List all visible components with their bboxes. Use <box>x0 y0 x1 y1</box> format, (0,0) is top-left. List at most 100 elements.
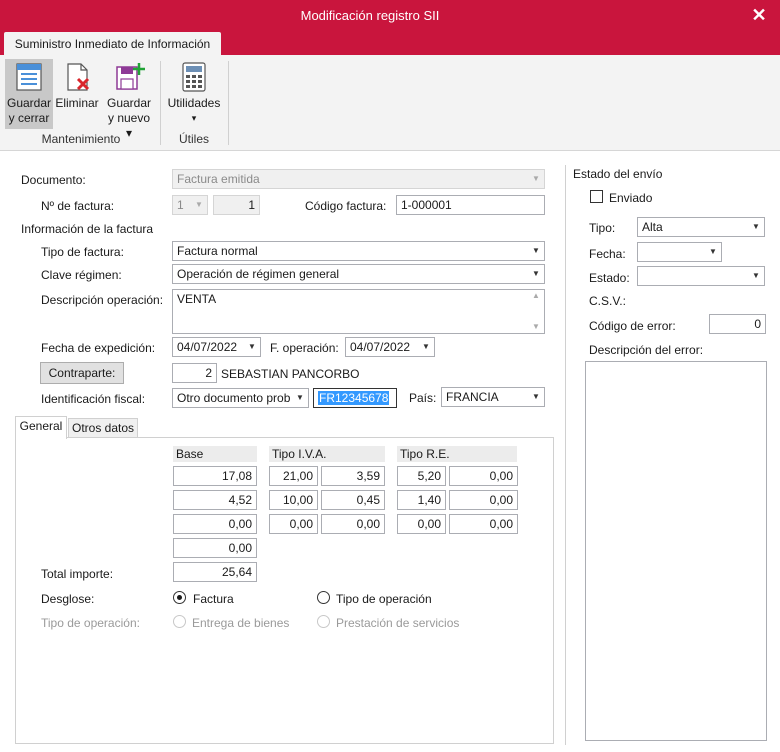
re-amt-row3-field[interactable]: 0,00 <box>449 514 518 534</box>
scroll-down-icon[interactable]: ▼ <box>528 321 544 333</box>
base-row4-field[interactable]: 0,00 <box>173 538 257 558</box>
chevron-down-icon: ▼ <box>422 342 430 351</box>
identificacion-fiscal-label: Identificación fiscal: <box>41 392 146 406</box>
tipo-factura-label: Tipo de factura: <box>41 245 124 259</box>
entrega-bienes-label: Entrega de bienes <box>192 616 290 630</box>
iva-amt-row1-field[interactable]: 3,59 <box>321 466 385 486</box>
chevron-down-icon: ▼ <box>248 342 256 351</box>
iva-pct-row3-field[interactable]: 0,00 <box>269 514 318 534</box>
descripcion-error-label: Descripción del error: <box>589 343 704 357</box>
iva-pct-row1-field[interactable]: 21,00 <box>269 466 318 486</box>
re-pct-row1-field[interactable]: 5,20 <box>397 466 446 486</box>
base-row3-field[interactable]: 0,00 <box>173 514 257 534</box>
close-icon[interactable]: ✕ <box>748 4 770 26</box>
ribbon-separator <box>228 61 229 145</box>
radio-selected-dot <box>177 595 182 600</box>
prestacion-servicios-radio <box>317 615 330 628</box>
tipo-envio-value: Alta <box>642 220 663 234</box>
descripcion-operacion-field[interactable]: VENTA ▲ ▼ <box>172 289 545 334</box>
scroll-up-icon[interactable]: ▲ <box>528 290 544 302</box>
fecha-expedicion-value: 04/07/2022 <box>177 340 238 354</box>
chevron-down-icon: ▼ <box>709 247 717 256</box>
clave-regimen-label: Clave régimen: <box>41 268 122 282</box>
save-close-label-2: y cerrar <box>8 111 50 125</box>
save-close-button[interactable]: Guardar y cerrar <box>5 59 53 129</box>
ribbon-separator <box>160 61 161 145</box>
clave-regimen-value: Operación de régimen general <box>177 267 340 281</box>
pais-label: País: <box>409 391 437 405</box>
csv-label: C.S.V.: <box>589 294 626 308</box>
f-operacion-value: 04/07/2022 <box>350 340 411 354</box>
iva-pct-row2-field[interactable]: 10,00 <box>269 490 318 510</box>
base-row2-field[interactable]: 4,52 <box>173 490 257 510</box>
total-importe-field[interactable]: 25,64 <box>173 562 257 582</box>
nfactura-label: Nº de factura: <box>41 199 115 213</box>
save-new-icon <box>116 63 145 90</box>
re-amt-row2-field[interactable]: 0,00 <box>449 490 518 510</box>
descripcion-operacion-label: Descripción operación: <box>41 293 164 307</box>
clave-regimen-select[interactable]: Operación de régimen general ▼ <box>172 264 545 284</box>
identificacion-value: FR12345678 <box>318 391 390 405</box>
fecha-envio-field[interactable]: ▼ <box>637 242 722 262</box>
iva-amt-row2-field[interactable]: 0,45 <box>321 490 385 510</box>
identificacion-value-field[interactable]: FR12345678 <box>313 388 397 408</box>
desglose-factura-label[interactable]: Factura <box>193 592 234 606</box>
group-label-mantenimiento: Mantenimiento <box>41 132 121 146</box>
tipo-factura-value: Factura normal <box>177 244 258 258</box>
codigo-error-field[interactable]: 0 <box>709 314 766 334</box>
nfactura-number-field: 1 <box>213 195 260 215</box>
calculator-icon <box>182 62 206 92</box>
re-pct-row2-field[interactable]: 1,40 <box>397 490 446 510</box>
save-new-button[interactable]: Guardar y nuevo ▾ <box>104 59 154 140</box>
contraparte-code-field[interactable]: 2 <box>172 363 217 383</box>
chevron-down-icon: ▼ <box>532 269 540 278</box>
tab-otros-datos[interactable]: Otros datos <box>68 418 138 439</box>
tipo-envio-label: Tipo: <box>589 221 616 235</box>
nfactura-serie-value: 1 <box>177 198 184 212</box>
enviado-checkbox[interactable] <box>590 190 603 203</box>
base-header: Base <box>173 446 257 462</box>
documento-select: Factura emitida ▼ <box>172 169 545 189</box>
estado-select[interactable]: ▼ <box>637 266 765 286</box>
re-pct-row3-field[interactable]: 0,00 <box>397 514 446 534</box>
desglose-tipo-operacion-radio[interactable] <box>317 591 330 604</box>
pais-select[interactable]: FRANCIA ▼ <box>441 387 545 407</box>
tipo-envio-select[interactable]: Alta ▼ <box>637 217 765 237</box>
desglose-factura-radio[interactable] <box>173 591 186 604</box>
contraparte-name: SEBASTIAN PANCORBO <box>221 367 360 381</box>
info-factura-heading: Información de la factura <box>21 222 154 236</box>
chevron-down-icon: ▼ <box>532 174 540 183</box>
fecha-expedicion-label: Fecha de expedición: <box>41 341 156 355</box>
desglose-tipo-operacion-label[interactable]: Tipo de operación <box>336 592 432 606</box>
title-bar: Modificación registro SII ✕ <box>0 0 780 30</box>
tab-general[interactable]: General <box>15 416 67 439</box>
tipo-factura-select[interactable]: Factura normal ▼ <box>172 241 545 261</box>
delete-label: Eliminar <box>55 96 99 110</box>
documento-label: Documento: <box>21 173 86 187</box>
group-label-utiles: Útiles <box>178 132 209 146</box>
descripcion-operacion-value: VENTA <box>177 292 217 306</box>
utilities-label: Utilidades <box>167 96 221 110</box>
re-amt-row1-field[interactable]: 0,00 <box>449 466 518 486</box>
f-operacion-field[interactable]: 04/07/2022 ▼ <box>345 337 435 357</box>
contraparte-button[interactable]: Contraparte: <box>40 362 124 384</box>
base-row1-field[interactable]: 17,08 <box>173 466 257 486</box>
enviado-label[interactable]: Enviado <box>609 191 652 205</box>
chevron-down-icon: ▼ <box>752 222 760 231</box>
delete-button[interactable]: Eliminar <box>54 59 100 129</box>
estado-label: Estado: <box>589 271 630 285</box>
ribbon: Guardar y cerrar Eliminar Guardar y nuev… <box>0 55 780 151</box>
utilities-button[interactable]: Utilidades ▾ <box>166 59 222 129</box>
iva-amt-row3-field[interactable]: 0,00 <box>321 514 385 534</box>
ribbon-tab-sii[interactable]: Suministro Inmediato de Información <box>4 32 221 57</box>
save-close-label-1: Guardar <box>6 96 52 110</box>
descripcion-error-field[interactable] <box>585 361 767 741</box>
codigo-error-label: Código de error: <box>589 319 676 333</box>
codigo-factura-field[interactable]: 1-000001 <box>396 195 545 215</box>
identificacion-type-select[interactable]: Otro documento prob ▼ <box>172 388 309 408</box>
fecha-envio-label: Fecha: <box>589 247 626 261</box>
fecha-expedicion-field[interactable]: 04/07/2022 ▼ <box>172 337 261 357</box>
descripcion-scrollbar[interactable]: ▲ ▼ <box>528 290 544 333</box>
f-operacion-label: F. operación: <box>270 341 339 355</box>
chevron-down-icon: ▼ <box>532 392 540 401</box>
